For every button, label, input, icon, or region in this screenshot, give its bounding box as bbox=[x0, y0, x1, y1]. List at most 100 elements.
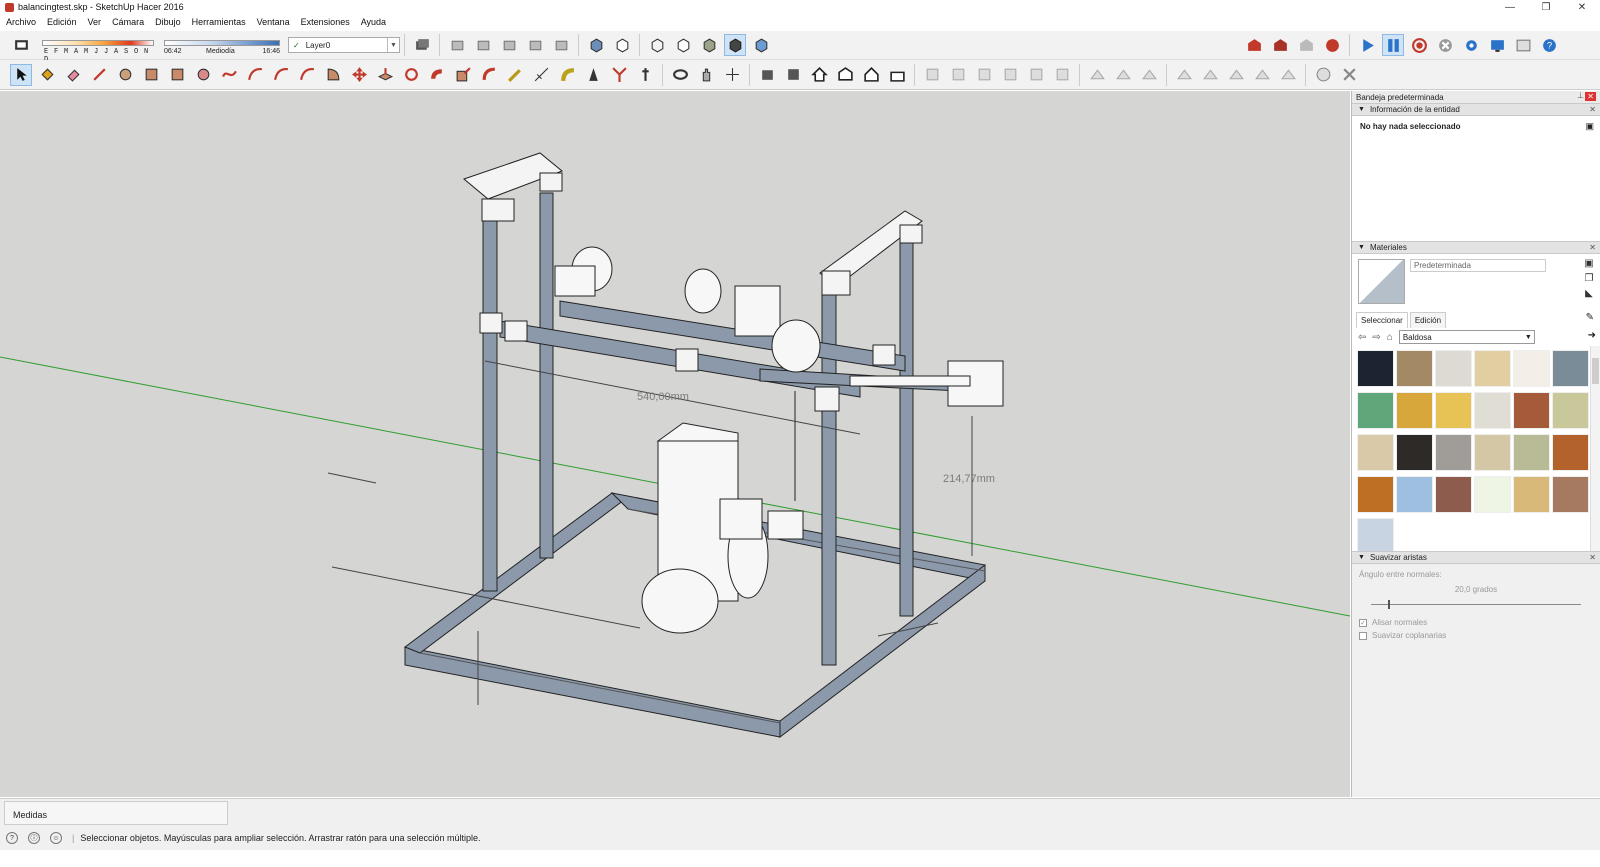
material-swatch[interactable] bbox=[1435, 476, 1472, 513]
minimize-button[interactable]: — bbox=[1492, 0, 1528, 14]
zoom-extents-icon[interactable] bbox=[721, 64, 743, 86]
house-box-icon[interactable] bbox=[886, 64, 908, 86]
create-material-icon[interactable]: ❐ bbox=[1585, 273, 1594, 284]
share-component-icon[interactable] bbox=[1295, 34, 1317, 56]
close-panel-icon[interactable]: ✕ bbox=[1589, 105, 1596, 114]
material-swatch[interactable] bbox=[1435, 434, 1472, 471]
modeling-viewport[interactable]: 540,00mm 214,77mm bbox=[0, 91, 1350, 797]
menu-extensiones[interactable]: Extensiones bbox=[301, 17, 350, 27]
soften-coplanar-checkbox[interactable]: Suavizar coplanarias bbox=[1359, 631, 1593, 640]
default-material-icon[interactable]: ◣ bbox=[1585, 288, 1593, 299]
smoove-icon[interactable] bbox=[1138, 64, 1160, 86]
rotated-rectangle-icon[interactable] bbox=[166, 64, 188, 86]
sandbox-from-scratch-icon[interactable] bbox=[1112, 64, 1134, 86]
geo-location-icon[interactable]: ? bbox=[6, 832, 18, 844]
pin-icon[interactable]: ⊥ bbox=[1577, 91, 1584, 100]
material-swatch[interactable] bbox=[1396, 476, 1433, 513]
material-swatch[interactable] bbox=[1552, 434, 1589, 471]
backedges-icon[interactable] bbox=[611, 34, 633, 56]
pan-icon[interactable] bbox=[695, 64, 717, 86]
home-icon[interactable]: ⌂ bbox=[1387, 332, 1393, 343]
measurements-box[interactable]: Medidas bbox=[4, 801, 228, 825]
union-icon[interactable] bbox=[973, 64, 995, 86]
chevron-down-icon[interactable]: ▼ bbox=[387, 38, 399, 52]
eraser-icon[interactable] bbox=[62, 64, 84, 86]
stamp-icon[interactable] bbox=[1173, 64, 1195, 86]
split-icon[interactable] bbox=[1051, 64, 1073, 86]
trim-icon[interactable] bbox=[1025, 64, 1047, 86]
entity-info-header[interactable]: ▼ Información de la entidad ✕ bbox=[1352, 103, 1600, 116]
view-right-icon[interactable] bbox=[524, 34, 546, 56]
angle-slider[interactable] bbox=[1371, 600, 1581, 610]
subtract-icon[interactable] bbox=[999, 64, 1021, 86]
material-swatch[interactable] bbox=[1357, 350, 1394, 387]
select-arrow-icon[interactable] bbox=[10, 63, 32, 86]
dimension-icon[interactable] bbox=[530, 64, 552, 86]
arc-icon[interactable] bbox=[244, 64, 266, 86]
material-swatch[interactable] bbox=[1357, 392, 1394, 429]
chevron-down-icon[interactable]: ▼ bbox=[1525, 334, 1532, 341]
polygon-icon[interactable] bbox=[192, 64, 214, 86]
smooth-normals-checkbox[interactable]: ✓ Alisar normales bbox=[1359, 618, 1593, 627]
house-sections-icon[interactable] bbox=[834, 64, 856, 86]
record-icon[interactable] bbox=[1408, 34, 1430, 56]
view-back-icon[interactable] bbox=[550, 34, 572, 56]
warehouse-icon[interactable] bbox=[1243, 34, 1265, 56]
sandbox-from-contours-icon[interactable] bbox=[1086, 64, 1108, 86]
eyedropper-icon[interactable]: ✎ bbox=[1586, 312, 1594, 323]
house-outline-icon[interactable] bbox=[860, 64, 882, 86]
material-swatch[interactable] bbox=[1552, 350, 1589, 387]
close-panel-icon[interactable]: ✕ bbox=[1589, 553, 1596, 562]
material-swatch[interactable] bbox=[1357, 434, 1394, 471]
time-slider[interactable]: 06:42 Mediodía 16:46 bbox=[164, 37, 280, 57]
material-swatch[interactable] bbox=[1396, 350, 1433, 387]
xray-icon[interactable] bbox=[585, 34, 607, 56]
freehand-icon[interactable] bbox=[218, 64, 240, 86]
slider-knob[interactable] bbox=[1387, 600, 1390, 609]
arc-2point-icon[interactable] bbox=[270, 64, 292, 86]
tab-seleccionar[interactable]: Seleccionar bbox=[1356, 312, 1408, 328]
move-icon[interactable] bbox=[348, 64, 370, 86]
scale-icon[interactable] bbox=[452, 64, 474, 86]
material-swatch[interactable] bbox=[1552, 392, 1589, 429]
layers-icon[interactable] bbox=[411, 34, 433, 56]
outer-shell-icon[interactable] bbox=[921, 64, 943, 86]
geo-location-icon[interactable] bbox=[1312, 64, 1334, 86]
collapse-triangle-icon[interactable]: ▼ bbox=[1358, 106, 1365, 113]
play-icon[interactable] bbox=[1356, 34, 1378, 56]
material-swatch[interactable] bbox=[1396, 392, 1433, 429]
material-library-dropdown[interactable]: Baldosa ▼ bbox=[1398, 330, 1535, 344]
material-swatch[interactable] bbox=[1396, 434, 1433, 471]
orbit-icon[interactable] bbox=[669, 64, 691, 86]
home-icon[interactable] bbox=[808, 64, 830, 86]
axes-icon[interactable] bbox=[608, 64, 630, 86]
menu-ayuda[interactable]: Ayuda bbox=[361, 17, 386, 27]
material-swatch[interactable] bbox=[1552, 476, 1589, 513]
toggle-details-icon[interactable]: ▣ bbox=[1584, 258, 1593, 269]
materials-header[interactable]: ▼ Materiales ✕ bbox=[1352, 241, 1600, 254]
material-swatch[interactable] bbox=[1513, 392, 1550, 429]
menu-ventana[interactable]: Ventana bbox=[257, 17, 290, 27]
dimension-label-214[interactable]: 214,77mm bbox=[943, 473, 995, 485]
back-arrow-icon[interactable]: ⇦ bbox=[1358, 332, 1366, 343]
material-swatch[interactable] bbox=[1474, 350, 1511, 387]
line-pencil-icon[interactable] bbox=[88, 64, 110, 86]
close-panel-icon[interactable]: ✕ bbox=[1589, 243, 1596, 252]
forward-arrow-icon[interactable]: ⇨ bbox=[1372, 332, 1380, 343]
menu-dibujo[interactable]: Dibujo bbox=[155, 17, 181, 27]
shadow-toggle-icon[interactable] bbox=[10, 34, 32, 56]
offset-icon[interactable] bbox=[478, 64, 500, 86]
circle-icon[interactable] bbox=[114, 64, 136, 86]
material-swatch[interactable] bbox=[1474, 476, 1511, 513]
components-icon[interactable] bbox=[782, 64, 804, 86]
view-front-icon[interactable] bbox=[498, 34, 520, 56]
collapse-triangle-icon[interactable]: ▼ bbox=[1358, 554, 1365, 561]
user-icon[interactable]: ☺ bbox=[50, 832, 62, 844]
collapse-triangle-icon[interactable]: ▼ bbox=[1358, 244, 1365, 251]
monochrome-icon[interactable] bbox=[750, 34, 772, 56]
protractor-icon[interactable] bbox=[556, 64, 578, 86]
3d-text-icon[interactable] bbox=[634, 64, 656, 86]
stop-icon[interactable] bbox=[1434, 34, 1456, 56]
material-swatch[interactable] bbox=[1435, 392, 1472, 429]
material-swatch[interactable] bbox=[1513, 434, 1550, 471]
